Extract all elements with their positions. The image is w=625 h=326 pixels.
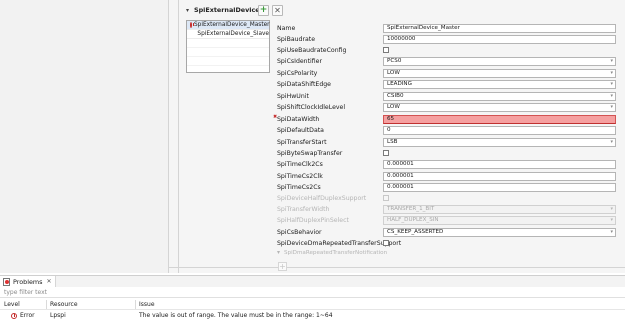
problem-resource: Lpspi [50, 312, 66, 319]
dma-repeated-transfer-notification-label: SpiDmaRepeatedTransferNotification [284, 250, 388, 256]
time-clk2cs-label: SpiTimeClk2Cs [277, 161, 323, 168]
data-shift-edge-label: SpiDataShiftEdge [277, 81, 331, 88]
dropdown-icon: ▾ [610, 58, 613, 64]
collapse-chevron-icon[interactable]: ▾ [186, 7, 193, 14]
dropdown-icon: ▾ [610, 70, 613, 76]
byte-swap-transfer-label: SpiByteSwapTransfer [277, 150, 343, 157]
problems-icon [3, 278, 10, 286]
list-item[interactable]: SpiExternalDevice_Slave [187, 30, 269, 39]
half-duplex-pin-select-label: SpiHalfDuplexPinSelect [277, 217, 349, 224]
time-clk2cs-field[interactable]: 0.000001 [383, 160, 616, 169]
column-header-level[interactable]: Level [4, 300, 20, 309]
problems-tabbar: Problems ✕ [0, 275, 625, 287]
column-separator [135, 300, 136, 309]
transfer-width-label: SpiTransferWidth [277, 206, 330, 213]
instance-list[interactable]: SpiExternalDevice_Master SpiExternalDevi… [186, 20, 270, 73]
time-cs2cs-field[interactable]: 0.000001 [383, 183, 616, 192]
list-item[interactable]: SpiExternalDevice_Master [187, 21, 270, 30]
table-row[interactable]: Error Lpspi The value is out of range. T… [0, 311, 625, 320]
remove-instance-button[interactable]: ✕ [272, 5, 283, 16]
time-cs2cs-label: SpiTimeCs2Cs [277, 184, 321, 191]
column-header-resource[interactable]: Resource [50, 300, 78, 309]
cs-behavior-label: SpiCsBehavior [277, 229, 322, 236]
filter-input[interactable]: type filter text [0, 287, 625, 298]
data-width-label: ✖ SpiDataWidth [273, 114, 320, 124]
error-marker-icon: ✖ [273, 114, 278, 120]
instance-label: SpiExternalDevice_Master [194, 22, 270, 28]
shift-clock-idle-level-select[interactable]: LOW ▾ [383, 103, 616, 112]
default-data-label: SpiDefaultData [277, 127, 324, 134]
cs-polarity-label: SpiCsPolarity [277, 70, 318, 77]
collapse-chevron-icon[interactable]: ▾ [277, 249, 280, 256]
half-duplex-pin-select: HALF_DUPLEX_SIN ▾ [383, 216, 616, 225]
dropdown-icon: ▾ [610, 139, 613, 145]
name-label: Name [277, 25, 296, 32]
device-half-duplex-support-label: SpiDeviceHalfDuplexSupport [277, 195, 367, 202]
data-shift-edge-select[interactable]: LEADING ▾ [383, 80, 616, 89]
device-dma-repeated-transfer-support-checkbox[interactable] [383, 240, 389, 246]
instance-label: SpiExternalDevice_Slave [197, 31, 269, 37]
cs-identifier-label: SpiCsIdentifier [277, 58, 322, 65]
use-baudrate-config-label: SpiUseBaudrateConfig [277, 47, 347, 54]
panel-divider [168, 0, 169, 273]
baudrate-field[interactable]: 10000000 [383, 35, 616, 44]
header-divider [0, 309, 625, 310]
time-cs2clk-label: SpiTimeCs2Clk [277, 173, 323, 180]
column-separator [46, 300, 47, 309]
section-title: SpiExternalDevice [194, 6, 260, 14]
hw-unit-select[interactable]: CSIB0 ▾ [383, 92, 616, 101]
add-notification-button: + [278, 262, 287, 271]
section-header[interactable]: ▾ SpiExternalDevice [186, 4, 260, 16]
shift-clock-idle-level-label: SpiShiftClockIdleLevel [277, 104, 346, 111]
dropdown-icon: ▾ [610, 217, 613, 223]
time-cs2clk-field[interactable]: 0.000001 [383, 172, 616, 181]
name-field[interactable]: SpiExternalDevice_Master [383, 24, 616, 33]
problem-level: Error [20, 312, 35, 319]
baudrate-label: SpiBaudrate [277, 36, 316, 43]
default-data-field[interactable]: 0 [383, 126, 616, 135]
cs-behavior-select[interactable]: CS_KEEP_ASSERTED ▾ [383, 228, 616, 237]
error-icon [190, 22, 194, 28]
column-header-issue[interactable]: Issue [139, 300, 155, 309]
add-instance-button[interactable]: + [258, 5, 269, 16]
transfer-start-select[interactable]: LSB ▾ [383, 138, 616, 147]
panel-divider-inner [178, 0, 179, 273]
data-width-field[interactable]: 65 [383, 115, 616, 124]
problem-issue: The value is out of range. The value mus… [139, 312, 333, 319]
hw-unit-label: SpiHwUnit [277, 93, 309, 100]
error-icon [11, 313, 17, 319]
left-panel [0, 0, 168, 273]
cs-polarity-select[interactable]: LOW ▾ [383, 69, 616, 78]
editor-bottom-border [168, 267, 625, 268]
cs-identifier-field[interactable]: PCS0 ▾ [383, 57, 616, 66]
transfer-start-label: SpiTransferStart [277, 139, 327, 146]
dropdown-icon: ▾ [610, 93, 613, 99]
transfer-width-select: TRANSFER_1_BIT ▾ [383, 205, 616, 214]
tab-label: Problems [13, 277, 43, 286]
dropdown-icon: ▾ [610, 81, 613, 87]
device-half-duplex-support-checkbox [383, 195, 389, 201]
dropdown-icon: ▾ [610, 206, 613, 212]
dropdown-icon: ▾ [610, 229, 613, 235]
byte-swap-transfer-checkbox[interactable] [383, 150, 389, 156]
use-baudrate-config-checkbox[interactable] [383, 47, 389, 53]
close-icon[interactable]: ✕ [46, 278, 51, 285]
dropdown-icon: ▾ [610, 104, 613, 110]
tab-problems[interactable]: Problems ✕ [0, 276, 56, 287]
